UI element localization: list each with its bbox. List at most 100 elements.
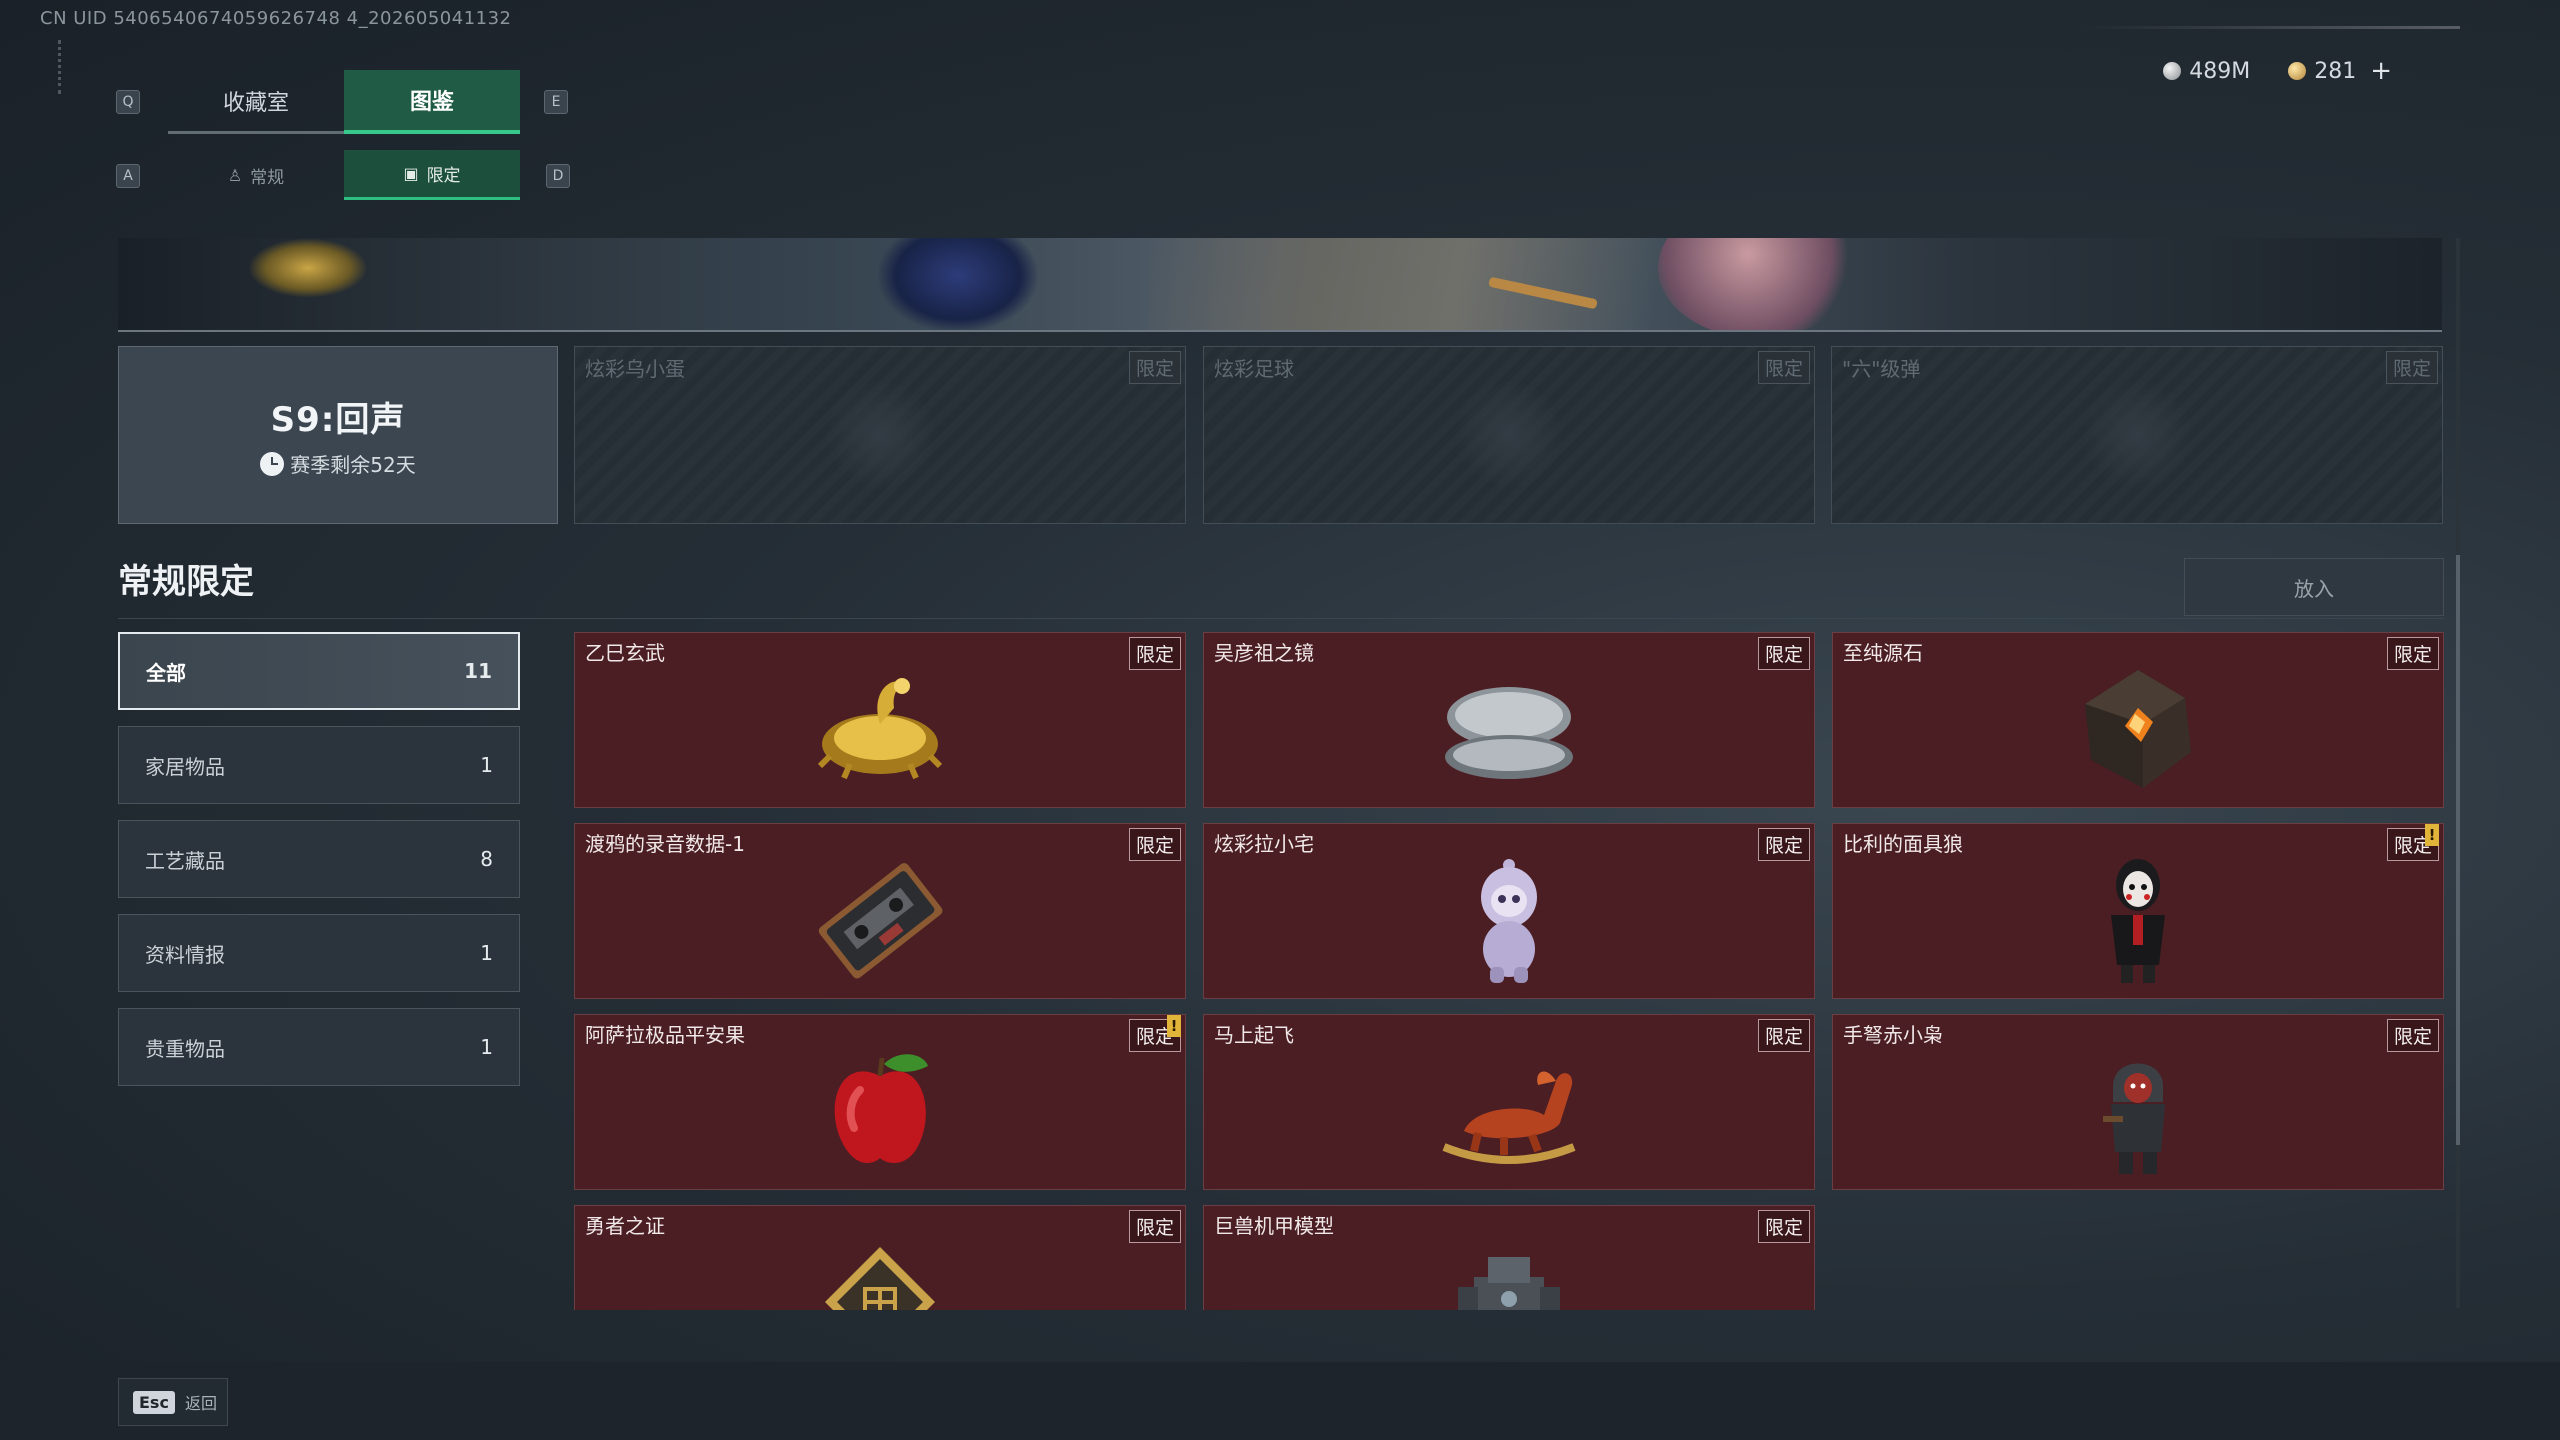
category-label: 家居物品 (145, 754, 225, 779)
category-label: 贵重物品 (145, 1036, 225, 1061)
back-button[interactable]: Esc 返回 (118, 1378, 228, 1426)
badge-emblem-icon (825, 1247, 935, 1310)
puppet-doll-icon (2111, 859, 2165, 983)
item-grid: 乙巳玄武 限定 吴彦祖之镜 限定 至纯源石 限定 渡鸦的录音数据-1 限定 炫彩… (574, 632, 2446, 1310)
tab-collection-room[interactable]: 收藏室 (168, 70, 344, 134)
item-card[interactable]: 马上起飞 限定 (1203, 1014, 1815, 1190)
golden-dragon-icon (817, 678, 943, 780)
toy-figure-icon (1481, 859, 1537, 983)
subtab-limited[interactable]: ▣ 限定 (344, 150, 520, 200)
season-card: S9:回声 赛季剩余52天 (118, 346, 558, 524)
currency-bar: 489M 281 + (2163, 56, 2392, 86)
category-count: 1 (480, 941, 493, 965)
category-count: 11 (464, 659, 492, 683)
category-intel[interactable]: 资料情报 1 (118, 914, 520, 992)
limited-tag: 限定 (2386, 637, 2439, 670)
locked-item-name: 炫彩足球 (1214, 357, 1294, 381)
limited-tag: 限定 (1757, 1019, 1810, 1052)
limited-tag: 限定 (1128, 351, 1181, 384)
season-title: S9:回声 (270, 400, 406, 440)
locked-item-card[interactable]: "六"级弹 限定 (1831, 346, 2443, 524)
image-icon: ▣ (403, 164, 419, 183)
cassette-tape-icon (818, 863, 943, 979)
category-count: 8 (480, 847, 493, 871)
currency-silver-value: 489M (2189, 58, 2251, 84)
category-label: 全部 (146, 660, 186, 685)
item-name: 比利的面具狼 (1843, 832, 1963, 856)
crystal-stone-icon (2085, 670, 2191, 788)
put-in-button[interactable]: 放入 (2184, 558, 2444, 616)
item-card[interactable]: 至纯源石 限定 (1832, 632, 2444, 808)
item-name: 至纯源石 (1843, 641, 1923, 665)
back-label: 返回 (184, 1394, 217, 1413)
player-uid: CN UID 5406540674059626748 4_20260504113… (40, 8, 512, 29)
clock-icon (260, 451, 285, 476)
limited-tag: 限定 (1128, 637, 1181, 670)
subtab-limited-label: 限定 (426, 166, 461, 186)
locked-silhouette-icon (1454, 380, 1564, 490)
footer-bar (0, 1362, 2560, 1440)
item-card[interactable]: 手弩赤小枭 限定 (1832, 1014, 2444, 1190)
item-card[interactable]: 巨兽机甲模型 限定 (1203, 1205, 1815, 1310)
item-card[interactable]: 比利的面具狼 限定 ! (1832, 823, 2444, 999)
section-title: 常规限定 (118, 562, 254, 602)
locked-item-card[interactable]: 炫彩足球 限定 (1203, 346, 1815, 524)
compact-mirror-icon (1445, 687, 1573, 779)
tab-codex[interactable]: 图鉴 (344, 70, 520, 134)
main-tabs: 收藏室 图鉴 (168, 70, 520, 134)
locked-item-card[interactable]: 炫彩乌小蛋 限定 (574, 346, 1186, 524)
locked-item-name: "六"级弹 (1842, 357, 1921, 381)
category-count: 1 (480, 1035, 493, 1059)
gold-coin-icon (2288, 62, 2307, 80)
item-card[interactable]: 阿萨拉极品平安果 限定 ! (574, 1014, 1186, 1190)
figure-icon: ♙ (227, 165, 243, 185)
category-craft[interactable]: 工艺藏品 8 (118, 820, 520, 898)
category-home[interactable]: 家居物品 1 (118, 726, 520, 804)
item-card[interactable]: 炫彩拉小宅 限定 (1203, 823, 1815, 999)
scrollbar-thumb[interactable] (2456, 555, 2460, 1145)
category-all[interactable]: 全部 11 (118, 632, 520, 710)
item-name: 勇者之证 (585, 1214, 665, 1238)
limited-tag: 限定 (2386, 1019, 2439, 1052)
alert-icon: ! (1167, 1015, 1181, 1037)
subtab-regular[interactable]: ♙ 常规 (168, 150, 344, 200)
locked-silhouette-icon (2082, 380, 2192, 490)
item-name: 炫彩拉小宅 (1214, 832, 1314, 856)
side-decoration (58, 40, 68, 94)
section-divider (118, 618, 2444, 619)
season-remaining: 赛季剩余52天 (260, 449, 416, 478)
limited-tag: 限定 (1128, 1210, 1181, 1243)
limited-tag: 限定 (1757, 1210, 1810, 1243)
subtab-regular-label: 常规 (250, 167, 285, 188)
locked-item-name: 炫彩乌小蛋 (585, 357, 685, 381)
category-label: 资料情报 (145, 942, 225, 967)
red-apple-icon (834, 1054, 928, 1164)
currency-gold-value: 281 (2314, 58, 2357, 84)
item-card[interactable]: 吴彦祖之镜 限定 (1203, 632, 1815, 808)
add-currency-icon[interactable]: + (2370, 56, 2392, 86)
key-hint-a[interactable]: A (116, 164, 140, 188)
category-valuables[interactable]: 贵重物品 1 (118, 1008, 520, 1086)
key-hint-q[interactable]: Q (116, 90, 140, 114)
item-card[interactable]: 乙巳玄武 限定 (574, 632, 1186, 808)
season-remaining-text: 赛季剩余52天 (290, 453, 416, 477)
item-name: 马上起飞 (1214, 1023, 1294, 1047)
limited-tag: 限定 (1128, 828, 1181, 861)
key-hint-e[interactable]: E (544, 90, 568, 114)
silver-coin-icon (2163, 62, 2182, 80)
item-card[interactable]: 渡鸦的录音数据-1 限定 (574, 823, 1186, 999)
item-card[interactable]: 勇者之证 限定 (574, 1205, 1186, 1310)
top-decoration-line (2080, 26, 2460, 29)
hooded-figure-icon (2103, 1063, 2165, 1174)
esc-key-hint: Esc (133, 1390, 175, 1414)
category-label: 工艺藏品 (145, 848, 225, 873)
key-hint-d[interactable]: D (546, 164, 570, 188)
alert-icon: ! (2425, 824, 2439, 846)
limited-tag: 限定 (2385, 351, 2438, 384)
category-count: 1 (480, 753, 493, 777)
item-name: 巨兽机甲模型 (1214, 1214, 1334, 1238)
rocking-horse-icon (1442, 1071, 1576, 1164)
item-name: 渡鸦的录音数据-1 (585, 832, 745, 856)
limited-tag: 限定 (1757, 637, 1810, 670)
item-name: 吴彦祖之镜 (1214, 641, 1314, 665)
